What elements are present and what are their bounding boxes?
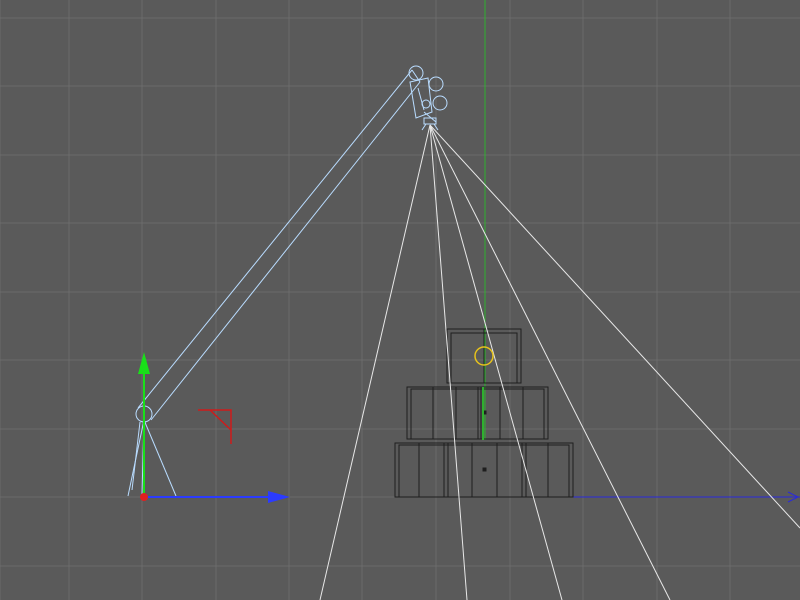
move-gizmo[interactable]	[138, 352, 290, 503]
viewport-grid	[0, 0, 800, 600]
viewport-canvas[interactable]	[0, 0, 800, 600]
gizmo-y-arrow-icon[interactable]	[138, 352, 150, 374]
world-axes	[484, 0, 800, 498]
crane-pivot-top[interactable]	[408, 65, 424, 81]
3d-viewport[interactable]	[0, 0, 800, 600]
camera-icon[interactable]	[409, 76, 448, 131]
crane-arm-lower[interactable]	[150, 81, 421, 421]
gizmo-x-arrow-icon[interactable]	[268, 491, 290, 503]
box-row-bottom[interactable]	[394, 442, 574, 498]
crane-camera-rig[interactable]	[135, 65, 448, 423]
camera-frustum[interactable]	[319, 124, 800, 600]
tripod-base[interactable]	[127, 419, 177, 497]
crane-arm-upper[interactable]	[137, 69, 413, 409]
gizmo-origin-icon[interactable]	[140, 493, 148, 501]
box-row-middle[interactable]	[406, 386, 549, 440]
tripod-leg-right[interactable]	[143, 419, 177, 497]
pivot-corner-indicator	[198, 409, 232, 444]
